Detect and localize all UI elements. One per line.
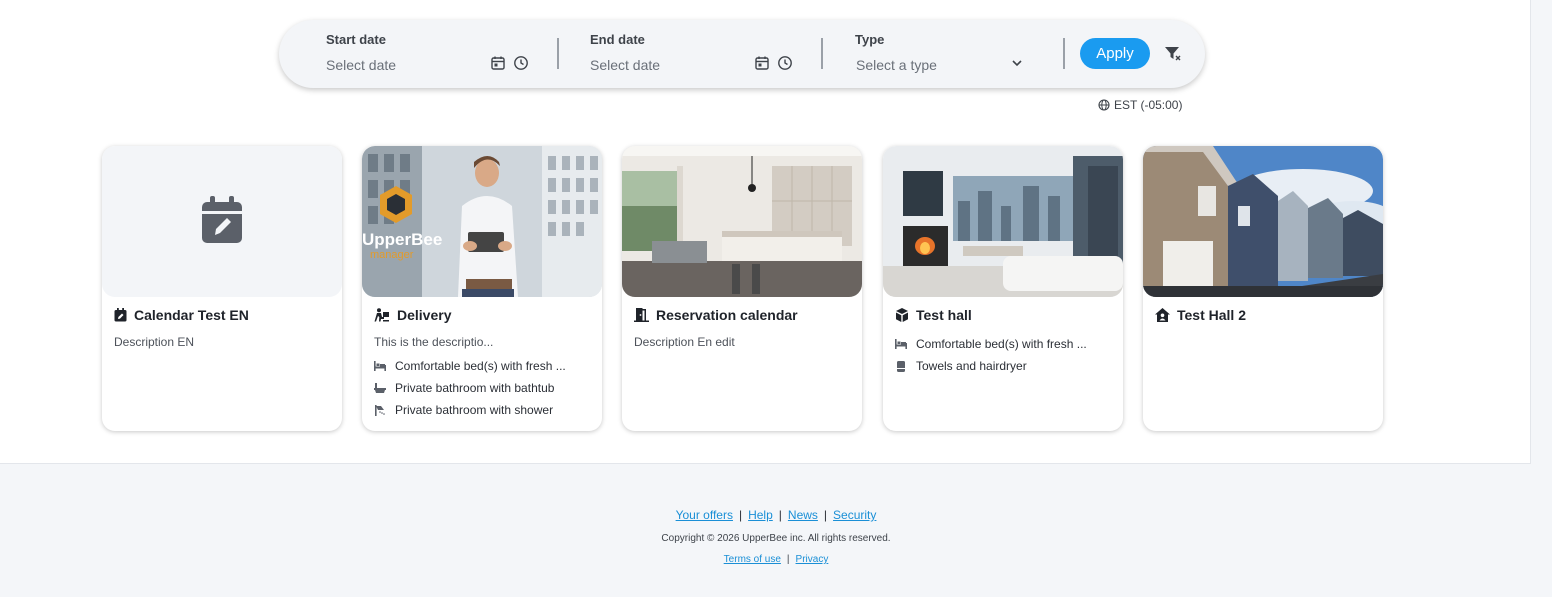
footer-separator: | (778, 508, 782, 522)
card-title-text: Reservation calendar (656, 307, 798, 323)
footer-link-privacy[interactable]: Privacy (796, 554, 829, 565)
calendar-icon[interactable] (490, 55, 506, 71)
amenity-label: Comfortable bed(s) with fresh ... (916, 337, 1087, 351)
card-title-text: Calendar Test EN (134, 307, 249, 323)
footer-link-security[interactable]: Security (833, 508, 876, 522)
start-date-label: Start date (326, 32, 386, 47)
footer-link-news[interactable]: News (788, 508, 818, 522)
logo-text: UpperBee (362, 230, 442, 249)
clear-filter-icon[interactable] (1164, 45, 1182, 63)
card-title-text: Test hall (916, 307, 972, 323)
copyright-text: Copyright © 2026 UpperBee inc. All right… (661, 533, 891, 544)
door-open-icon (634, 308, 649, 322)
reservation-calendar-card[interactable]: Reservation calendar Description En edit (622, 146, 862, 431)
amenity-item: Comfortable bed(s) with fresh ... (374, 359, 566, 373)
amenity-item: Towels and hairdryer (895, 359, 1027, 373)
card-title-text: Test Hall 2 (1177, 307, 1246, 323)
card-title[interactable]: Delivery (374, 307, 451, 323)
footer-link-terms[interactable]: Terms of use (724, 554, 781, 565)
card-title[interactable]: Test Hall 2 (1155, 307, 1246, 323)
footer-separator: | (738, 508, 743, 522)
main-content: Start date Select date End date Select d… (0, 0, 1531, 464)
card-image-photo (883, 146, 1123, 297)
globe-icon (1098, 99, 1110, 111)
card-title[interactable]: Calendar Test EN (114, 307, 249, 323)
end-date-input[interactable]: Select date (590, 57, 660, 73)
card-description: This is the descriptio... (374, 335, 494, 349)
amenity-item: Private bathroom with bathtub (374, 381, 554, 395)
shower-icon (375, 404, 385, 416)
clock-icon[interactable] (513, 55, 529, 71)
amenity-label: Towels and hairdryer (916, 359, 1027, 373)
cube-icon (896, 308, 908, 322)
start-date-input[interactable]: Select date (326, 57, 396, 73)
amenity-item: Comfortable bed(s) with fresh ... (895, 337, 1087, 351)
amenity-label: Private bathroom with shower (395, 403, 554, 417)
logo-subtext: manager (370, 249, 414, 261)
footer-separator: | (786, 554, 790, 565)
filter-divider (821, 38, 823, 69)
townhouses-photo (1143, 146, 1383, 297)
end-date-label: End date (590, 32, 645, 47)
test-hall-card[interactable]: Test hall Comfortable bed(s) with fresh … (883, 146, 1123, 431)
living-room-photo (883, 146, 1123, 297)
amenity-item: Private bathroom with shower (374, 403, 553, 417)
calendar-edit-icon (202, 196, 242, 243)
card-image-photo: UpperBee manager (362, 146, 602, 297)
upperbee-manager-photo: UpperBee manager (362, 146, 602, 297)
house-user-icon (1155, 308, 1170, 322)
test-hall-2-card[interactable]: Test Hall 2 (1143, 146, 1383, 431)
amenity-label: Private bathroom with bathtub (395, 381, 555, 395)
filter-bar: Start date Select date End date Select d… (279, 20, 1205, 88)
card-description: Description EN (114, 335, 195, 349)
bed-icon (374, 361, 386, 371)
delivery-person-icon (374, 308, 389, 322)
bed-icon (895, 339, 907, 349)
calendar-icon[interactable] (754, 55, 770, 71)
footer-link-your-offers[interactable]: Your offers (676, 508, 733, 522)
footer-link-help[interactable]: Help (748, 508, 773, 522)
timezone-indicator: EST (-05:00) (1098, 98, 1182, 112)
card-title[interactable]: Test hall (895, 307, 972, 323)
footer-separator: | (823, 508, 828, 522)
clock-icon[interactable] (777, 55, 793, 71)
chevron-down-icon[interactable] (1010, 56, 1024, 70)
delivery-card[interactable]: UpperBee manager Delivery This is the de… (362, 146, 602, 431)
card-image-photo (1143, 146, 1383, 297)
footer-legal-links: Terms of use | Privacy (0, 554, 1552, 565)
card-title-text: Delivery (397, 307, 452, 323)
calendar-card[interactable]: Calendar Test EN Description EN (102, 146, 342, 431)
type-label: Type (855, 32, 885, 47)
card-image-photo (622, 146, 862, 297)
card-title[interactable]: Reservation calendar (634, 307, 798, 323)
footer-links: Your offers | Help | News | Security (0, 508, 1552, 522)
card-image-placeholder (102, 146, 342, 297)
type-select-value[interactable]: Select a type (856, 57, 937, 73)
apartment-kitchen-photo (622, 146, 862, 297)
filter-divider (1063, 38, 1065, 69)
apply-button[interactable]: Apply (1080, 38, 1150, 69)
timezone-label: EST (-05:00) (1114, 98, 1183, 112)
bathtub-icon (374, 382, 386, 393)
filter-divider (557, 38, 559, 69)
towel-icon (897, 360, 905, 372)
card-description: Description En edit (634, 335, 735, 349)
calendar-edit-icon (114, 308, 127, 322)
amenity-label: Comfortable bed(s) with fresh ... (395, 359, 566, 373)
